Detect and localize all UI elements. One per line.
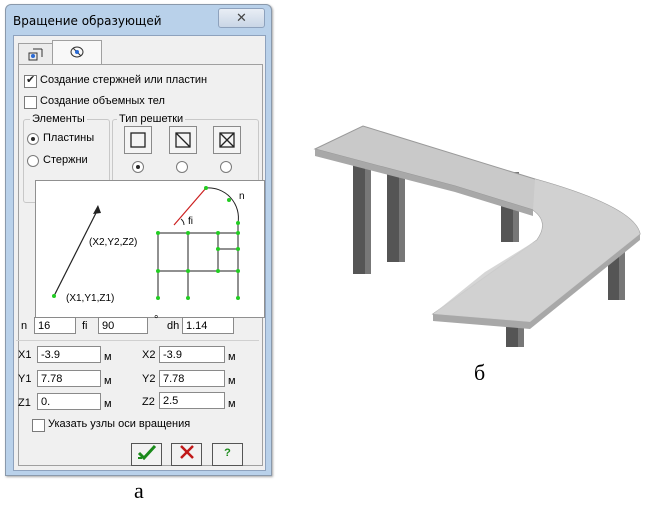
create-solids-label: Создание объемных тел <box>40 95 165 107</box>
grid-plain-icon <box>130 132 146 148</box>
z2-label: Z2 <box>142 396 155 408</box>
separator <box>16 340 259 341</box>
fi-input[interactable]: 90 <box>98 317 148 334</box>
x2-unit: м <box>228 351 236 363</box>
x2-input[interactable]: -3.9 <box>159 346 225 363</box>
radio-plates-label: Пластины <box>43 132 95 144</box>
grid-plain-radio[interactable] <box>132 161 144 173</box>
fi-label: fi <box>188 216 193 227</box>
axis-nodes-checkbox[interactable] <box>32 419 45 432</box>
axis-nodes-label: Указать узлы оси вращения <box>48 418 191 430</box>
grid-cross-button[interactable] <box>213 126 241 154</box>
radio-bars-label: Стержни <box>43 154 88 166</box>
check-mark-icon: ✔ <box>26 74 36 86</box>
ok-button[interactable] <box>131 443 162 466</box>
rotate-icon <box>70 46 84 58</box>
cross-icon <box>179 445 194 459</box>
n-input[interactable]: 16 <box>34 317 76 334</box>
point-1-label: (X1,Y1,Z1) <box>66 293 114 304</box>
degree-label: ° <box>154 314 159 326</box>
create-bars-plates-label: Создание стержней или пластин <box>40 74 208 86</box>
x1-input[interactable]: -3.9 <box>37 346 101 363</box>
title-bar[interactable]: Вращение образующей ✕ <box>6 5 271 35</box>
check-icon <box>137 444 156 461</box>
point-2-label: (X2,Y2,Z2) <box>89 237 137 248</box>
x1-label: X1 <box>18 349 32 361</box>
fi-param-label: fi <box>82 320 88 332</box>
dh-param-label: dh <box>167 320 180 332</box>
rotation-scheme-diagram: (X2,Y2,Z2) (X1,Y1,Z1) fi n <box>35 180 265 318</box>
curved-slab-model <box>305 112 655 355</box>
radio-bars[interactable] <box>27 155 39 167</box>
create-bars-plates-checkbox[interactable]: ✔ <box>24 74 37 88</box>
z2-input[interactable]: 2.5 <box>159 392 225 409</box>
y1-unit: м <box>104 375 112 387</box>
elements-group-title: Элементы <box>30 113 87 125</box>
dialog-title: Вращение образующей <box>13 14 162 28</box>
help-button[interactable]: ? <box>212 443 243 466</box>
close-icon: ✕ <box>236 10 247 25</box>
dh-input[interactable]: 1.14 <box>182 317 234 334</box>
x1-unit: м <box>104 351 112 363</box>
cancel-button[interactable] <box>171 443 202 466</box>
close-button[interactable]: ✕ <box>218 8 265 28</box>
create-solids-checkbox[interactable] <box>24 96 37 109</box>
grid-cross-icon <box>219 132 235 148</box>
y1-input[interactable]: 7.78 <box>37 370 101 387</box>
grid-diagonal-button[interactable] <box>169 126 197 154</box>
z1-label: Z1 <box>18 397 31 409</box>
tab-move-nodes[interactable] <box>18 43 54 65</box>
z1-input[interactable]: 0. <box>37 393 101 410</box>
radio-plates[interactable] <box>27 133 39 145</box>
x2-label: X2 <box>142 349 156 361</box>
y2-label: Y2 <box>142 373 156 385</box>
caption-a: а <box>134 478 144 503</box>
grid-cross-radio[interactable] <box>220 161 232 173</box>
tab-rotate[interactable] <box>52 40 102 65</box>
grid-diagonal-icon <box>175 132 191 148</box>
z1-unit: м <box>104 398 112 410</box>
z2-unit: м <box>228 398 236 410</box>
y2-input[interactable]: 7.78 <box>159 370 225 387</box>
grid-plain-button[interactable] <box>124 126 152 154</box>
grid-type-group-title: Тип решетки <box>117 113 186 125</box>
grid-diagonal-radio[interactable] <box>176 161 188 173</box>
n-param-label: n <box>21 320 28 332</box>
y2-unit: м <box>228 375 236 387</box>
n-label: n <box>239 191 245 202</box>
move-nodes-icon <box>28 48 43 61</box>
y1-label: Y1 <box>18 373 32 385</box>
caption-b: б <box>474 360 486 385</box>
